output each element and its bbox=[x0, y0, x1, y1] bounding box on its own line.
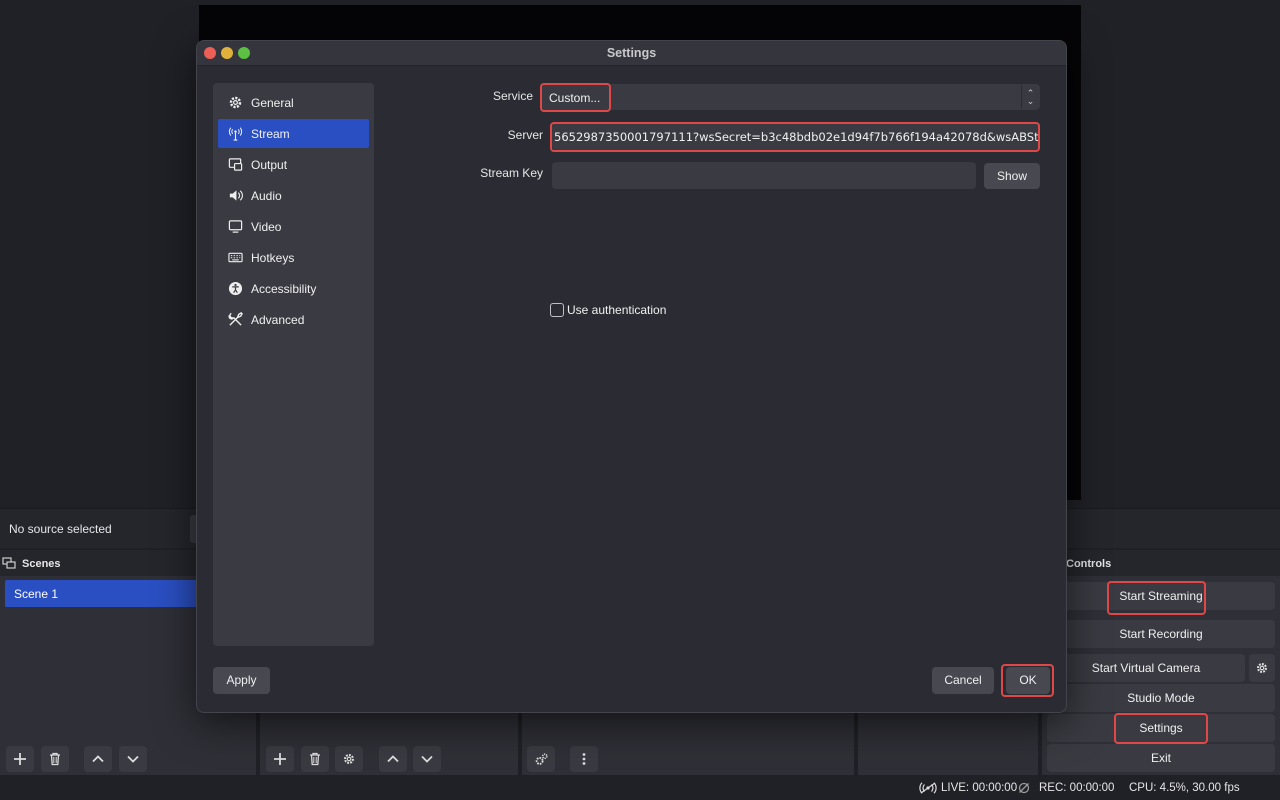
service-select[interactable]: Custom... ⌃ ⌄ bbox=[540, 84, 1040, 110]
zoom-window-button[interactable] bbox=[238, 47, 250, 59]
apply-button[interactable]: Apply bbox=[213, 667, 270, 694]
cpu-fps: CPU: 4.5%, 30.00 fps bbox=[1129, 782, 1240, 794]
chevron-down-icon bbox=[127, 755, 139, 763]
source-properties-gear-button[interactable] bbox=[335, 746, 363, 772]
start-streaming-button[interactable]: Start Streaming bbox=[1047, 582, 1275, 610]
sidebar-item-audio[interactable]: Audio bbox=[218, 181, 369, 210]
exit-button[interactable]: Exit bbox=[1047, 744, 1275, 772]
remove-scene-button[interactable] bbox=[41, 746, 69, 772]
sidebar-item-advanced[interactable]: Advanced bbox=[218, 305, 369, 334]
sidebar-item-stream[interactable]: Stream bbox=[218, 119, 369, 148]
chevron-down-icon bbox=[421, 755, 433, 763]
ok-button[interactable]: OK bbox=[1006, 667, 1050, 694]
studio-mode-button[interactable]: Studio Mode bbox=[1047, 684, 1275, 712]
mixer-menu-button[interactable] bbox=[570, 746, 598, 772]
live-timer: LIVE: 00:00:00 bbox=[941, 782, 1018, 794]
gears-icon bbox=[535, 752, 548, 765]
updown-chevron-icon: ⌃ ⌄ bbox=[1021, 85, 1039, 109]
use-authentication-label[interactable]: Use authentication bbox=[567, 303, 666, 317]
trash-icon bbox=[310, 752, 320, 766]
monitor-icon bbox=[228, 220, 243, 233]
sidebar-item-label: Video bbox=[251, 219, 282, 234]
sidebar-item-label: Accessibility bbox=[251, 281, 317, 296]
scene-item[interactable]: Scene 1 bbox=[5, 580, 205, 607]
gear-icon bbox=[229, 96, 242, 109]
sidebar-item-hotkeys[interactable]: Hotkeys bbox=[218, 243, 369, 272]
sidebar-item-label: Hotkeys bbox=[251, 250, 295, 265]
start-virtual-camera-button[interactable]: Start Virtual Camera bbox=[1047, 654, 1245, 682]
sidebar-item-output[interactable]: Output bbox=[218, 150, 369, 179]
mixer-advanced-audio-button[interactable] bbox=[527, 746, 555, 772]
sidebar-item-label: Stream bbox=[251, 126, 290, 141]
speaker-icon bbox=[229, 190, 243, 201]
sidebar-item-label: General bbox=[251, 95, 294, 110]
gear-icon bbox=[1257, 663, 1267, 673]
live-signal-icon bbox=[919, 782, 937, 794]
show-stream-key-button[interactable]: Show bbox=[984, 163, 1040, 189]
add-source-button[interactable] bbox=[266, 746, 294, 772]
plus-icon bbox=[14, 753, 26, 765]
settings-dialog: Settings General Stream Output Audio Vid… bbox=[196, 40, 1067, 713]
remove-source-button[interactable] bbox=[301, 746, 329, 772]
minimize-window-button[interactable] bbox=[221, 47, 233, 59]
use-authentication-checkbox[interactable] bbox=[550, 303, 564, 317]
scenes-icon bbox=[2, 557, 16, 569]
service-label: Service bbox=[492, 89, 533, 103]
dialog-title: Settings bbox=[606, 46, 657, 60]
dialog-titlebar: Settings bbox=[197, 41, 1066, 66]
settings-sidebar: General Stream Output Audio Video Hotkey… bbox=[213, 83, 374, 646]
close-window-button[interactable] bbox=[204, 47, 216, 59]
service-value: Custom... bbox=[549, 91, 601, 105]
settings-button[interactable]: Settings bbox=[1047, 714, 1275, 742]
trash-icon bbox=[50, 752, 60, 766]
tools-icon bbox=[228, 312, 243, 326]
sidebar-item-video[interactable]: Video bbox=[218, 212, 369, 241]
accessibility-icon bbox=[228, 281, 243, 296]
sidebar-item-general[interactable]: General bbox=[218, 88, 369, 117]
rec-indicator-icon bbox=[1018, 782, 1030, 794]
scene-up-button[interactable] bbox=[84, 746, 112, 772]
cancel-button[interactable]: Cancel bbox=[932, 667, 994, 694]
antenna-icon bbox=[228, 127, 243, 141]
server-input[interactable]: 5652987350001797111?wsSecret=b3c48bdb02e… bbox=[552, 123, 1039, 150]
rec-timer: REC: 00:00:00 bbox=[1039, 782, 1115, 794]
sidebar-item-label: Output bbox=[251, 157, 288, 172]
controls-title: Controls bbox=[1042, 550, 1280, 576]
plus-icon bbox=[274, 753, 286, 765]
chevron-up-icon bbox=[387, 755, 399, 763]
sidebar-item-label: Audio bbox=[251, 188, 282, 203]
more-vertical-icon bbox=[582, 753, 586, 765]
stream-key-input[interactable] bbox=[552, 162, 976, 189]
sidebar-item-label: Advanced bbox=[251, 312, 305, 327]
scenes-title: Scenes bbox=[22, 558, 61, 570]
source-down-button[interactable] bbox=[413, 746, 441, 772]
start-recording-button[interactable]: Start Recording bbox=[1047, 620, 1275, 648]
output-icon bbox=[228, 158, 243, 171]
stream-key-label: Stream Key bbox=[480, 166, 543, 180]
chevron-up-icon bbox=[92, 755, 104, 763]
virtual-camera-settings-button[interactable] bbox=[1249, 654, 1275, 682]
scene-down-button[interactable] bbox=[119, 746, 147, 772]
server-label: Server bbox=[507, 128, 543, 142]
add-scene-button[interactable] bbox=[6, 746, 34, 772]
status-bar: LIVE: 00:00:00 REC: 00:00:00 CPU: 4.5%, … bbox=[0, 776, 1280, 800]
sidebar-item-accessibility[interactable]: Accessibility bbox=[218, 274, 369, 303]
source-up-button[interactable] bbox=[379, 746, 407, 772]
keyboard-icon bbox=[228, 252, 243, 263]
source-status: No source selected bbox=[9, 522, 112, 536]
gear-icon bbox=[344, 754, 354, 764]
